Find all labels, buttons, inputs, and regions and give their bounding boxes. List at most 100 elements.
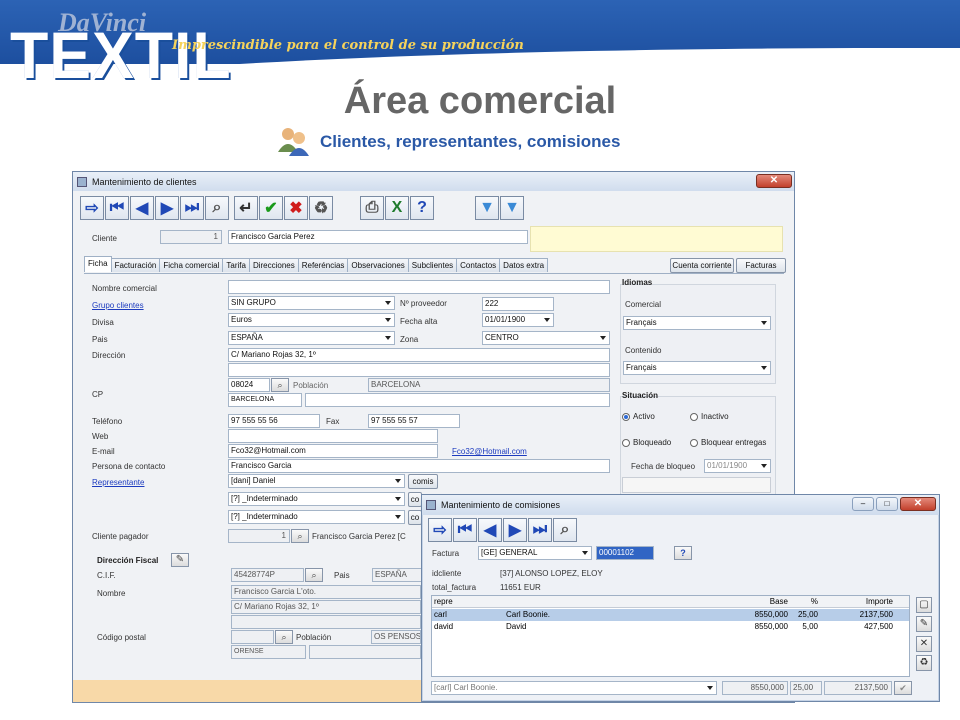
confirm-check-icon[interactable]: ✔	[894, 681, 912, 695]
bloqueo-notes[interactable]	[622, 477, 771, 493]
provincia-fiscal2-field[interactable]	[309, 645, 421, 659]
minimize-button[interactable]: –	[852, 497, 874, 511]
help-icon[interactable]: ?	[674, 546, 692, 560]
footer-pct-field[interactable]: 25,00	[790, 681, 822, 695]
grupo-select[interactable]: SIN GRUPO	[228, 296, 395, 310]
tab-referencias[interactable]: Referéncias	[297, 258, 349, 272]
pagador-search-icon[interactable]: ⌕	[291, 529, 309, 543]
tab-subclientes[interactable]: Subclientes	[407, 258, 458, 272]
print-button[interactable]: ⎙	[360, 196, 384, 220]
prev-button[interactable]: ◀	[478, 518, 502, 542]
n-proveedor-field[interactable]: 222	[482, 297, 554, 311]
tab-direcciones[interactable]: Direcciones	[248, 258, 299, 272]
next-button[interactable]: ▶	[155, 196, 179, 220]
fax-field[interactable]: 97 555 55 57	[368, 414, 460, 428]
zona-select[interactable]: CENTRO	[482, 331, 610, 345]
direccion2-field[interactable]	[228, 363, 610, 377]
comisiones-close-button[interactable]: ✕	[900, 497, 936, 511]
footer-repre-select[interactable]: [carl] Carl Boonie.	[431, 681, 717, 695]
accept-button[interactable]: ✔	[259, 196, 283, 220]
last-button[interactable]: ⏭	[528, 518, 552, 542]
provincia-field[interactable]: BARCELONA	[228, 393, 302, 407]
factura-number-field[interactable]: 00001102	[596, 546, 654, 560]
pais-select[interactable]: ESPAÑA	[228, 331, 395, 345]
bloqueado-radio[interactable]: Bloqueado	[622, 438, 671, 447]
bloquear-entregas-radio[interactable]: Bloquear entregas	[690, 438, 766, 447]
representante2-select[interactable]: [?] _Indeterminado	[228, 492, 405, 506]
first-button[interactable]: ⏮	[105, 196, 129, 220]
direccion-fiscal2-field[interactable]	[231, 615, 421, 629]
footer-importe-field[interactable]: 2137,500	[824, 681, 892, 695]
clear-filter-button[interactable]: ▼	[500, 196, 524, 220]
tab-tarifa[interactable]: Tarifa	[222, 258, 250, 272]
divisa-select[interactable]: Euros	[228, 313, 395, 327]
cancel-button[interactable]: ✖	[284, 196, 308, 220]
activo-radio[interactable]: Activo	[622, 412, 655, 421]
filter-button[interactable]: ▼	[475, 196, 499, 220]
facturas-button[interactable]: Facturas	[736, 258, 786, 273]
provincia2-field[interactable]	[305, 393, 610, 407]
nombre-comercial-field[interactable]	[228, 280, 610, 294]
nombre-fiscal-field[interactable]: Francisco Garcia L'oto.	[231, 585, 421, 599]
provincia-fiscal-field[interactable]: ORENSE	[231, 645, 306, 659]
undo-button[interactable]: ↵	[234, 196, 258, 220]
delete-button[interactable]: ♻	[309, 196, 333, 220]
factura-select[interactable]: [GE] GENERAL	[478, 546, 592, 560]
maximize-button[interactable]: □	[876, 497, 898, 511]
new-row-icon[interactable]: ▢	[916, 597, 932, 613]
cif-field[interactable]: 45428774P	[231, 568, 304, 582]
pagador-code-field[interactable]: 1	[228, 529, 290, 543]
representante1-select[interactable]: [dani] Daniel	[228, 474, 405, 488]
poblacion-fiscal-field[interactable]: OS PENSOS	[371, 630, 421, 644]
edit-row-icon[interactable]: ✎	[916, 616, 932, 632]
representante3-select[interactable]: [?] _Indeterminado	[228, 510, 405, 524]
tab-observaciones[interactable]: Observaciones	[347, 258, 409, 272]
telefono-field[interactable]: 97 555 55 56	[228, 414, 320, 428]
edit-fiscal-icon[interactable]: ✎	[171, 553, 189, 567]
poblacion-field[interactable]: BARCELONA	[368, 378, 610, 392]
exit-button[interactable]: ⇨	[428, 518, 452, 542]
inactivo-radio[interactable]: Inactivo	[690, 412, 729, 421]
search-button[interactable]: ⌕	[553, 518, 577, 542]
contacto-field[interactable]: Francisco Garcia	[228, 459, 610, 473]
email-field[interactable]: Fco32@Hotmail.com	[228, 444, 438, 458]
last-button[interactable]: ⏭	[180, 196, 204, 220]
help-button[interactable]: ?	[410, 196, 434, 220]
cp-fiscal-search-icon[interactable]: ⌕	[275, 630, 293, 644]
tab-ficha-comercial[interactable]: Ficha comercial	[159, 258, 224, 272]
table-row[interactable]: david David 8550,000 5,00 427,500	[432, 621, 909, 633]
direccion-fiscal-field[interactable]: C/ Mariano Rojas 32, 1º	[231, 600, 421, 614]
cp-search-icon[interactable]: ⌕	[271, 378, 289, 392]
comis2-button[interactable]: co	[408, 492, 422, 507]
cif-search-icon[interactable]: ⌕	[305, 568, 323, 582]
cp-fiscal-field[interactable]	[231, 630, 274, 644]
first-button[interactable]: ⏮	[453, 518, 477, 542]
cliente-name-field[interactable]: Francisco Garcia Perez	[228, 230, 528, 244]
fecha-bloqueo-picker[interactable]: 01/01/1900	[704, 459, 771, 473]
cuenta-corriente-button[interactable]: Cuenta corriente	[670, 258, 734, 273]
delete-row-icon[interactable]: ✕	[916, 636, 932, 652]
pais-fiscal-field[interactable]: ESPAÑA	[372, 568, 422, 582]
exit-button[interactable]: ⇨	[80, 196, 104, 220]
prev-button[interactable]: ◀	[130, 196, 154, 220]
next-button[interactable]: ▶	[503, 518, 527, 542]
tab-datos-extra[interactable]: Datos extra	[499, 258, 549, 272]
fecha-alta-picker[interactable]: 01/01/1900	[482, 313, 554, 327]
tab-facturacion[interactable]: Facturación	[110, 258, 161, 272]
contenido-select[interactable]: Français	[623, 361, 771, 375]
excel-button[interactable]: X	[385, 196, 409, 220]
comis3-button[interactable]: co	[408, 510, 422, 525]
web-field[interactable]	[228, 429, 438, 443]
tab-contactos[interactable]: Contactos	[456, 258, 501, 272]
table-row[interactable]: carl Carl Boonie. 8550,000 25,00 2137,50…	[432, 609, 909, 621]
email-link[interactable]: Fco32@Hotmail.com	[452, 447, 527, 456]
recycle-icon[interactable]: ♻	[916, 655, 932, 671]
cliente-code-field[interactable]: 1	[160, 230, 222, 244]
comercial-select[interactable]: Français	[623, 316, 771, 330]
cp-field[interactable]: 08024	[228, 378, 270, 392]
grupo-clientes-link[interactable]: Grupo clientes	[92, 301, 144, 310]
comis-button[interactable]: comis	[408, 474, 438, 489]
representante-link[interactable]: Representante	[92, 478, 144, 487]
footer-base-field[interactable]: 8550,000	[722, 681, 788, 695]
close-button[interactable]: ✕	[756, 174, 792, 188]
